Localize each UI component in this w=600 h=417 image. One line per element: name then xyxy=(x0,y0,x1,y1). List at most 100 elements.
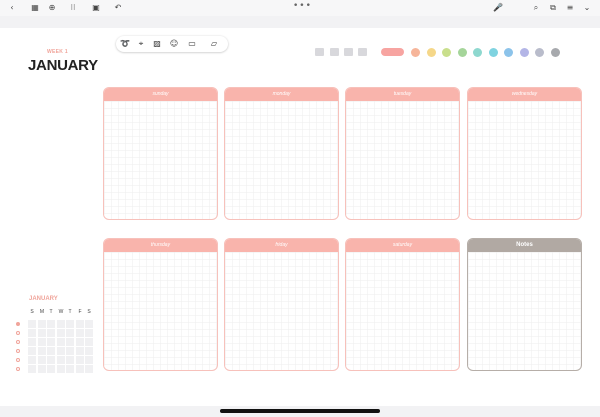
calendar-day-cell[interactable] xyxy=(47,320,55,328)
apps-icon[interactable]: ⁝⁝ xyxy=(68,3,78,13)
calendar-day-cell[interactable] xyxy=(76,365,84,373)
calendar-day-cell[interactable] xyxy=(28,365,36,373)
pointer-icon[interactable]: ⌖ xyxy=(136,39,146,49)
calendar-day-cell[interactable] xyxy=(38,320,46,328)
color-swatch[interactable] xyxy=(519,48,529,57)
color-swatch[interactable] xyxy=(426,48,436,57)
day-card-wednesday[interactable]: wednesday xyxy=(467,87,582,220)
microphone-icon[interactable]: 🎤 xyxy=(493,3,503,13)
calendar-day-cell[interactable] xyxy=(66,329,74,337)
calendar-day-cell[interactable] xyxy=(85,329,93,337)
day-grid[interactable] xyxy=(346,252,459,370)
color-swatch[interactable] xyxy=(442,48,451,57)
day-card-monday[interactable]: monday xyxy=(224,87,339,220)
calendar-day-cell[interactable] xyxy=(57,320,65,328)
color-swatch[interactable] xyxy=(535,48,544,57)
color-swatch[interactable] xyxy=(550,48,560,57)
year-view-icon[interactable] xyxy=(358,48,367,56)
color-swatch[interactable] xyxy=(473,48,482,57)
week-dot[interactable] xyxy=(16,322,20,326)
calendar-day-cell[interactable] xyxy=(85,320,93,328)
day-grid[interactable] xyxy=(225,252,338,370)
calendar-day-cell[interactable] xyxy=(47,347,55,355)
calendar-day-cell[interactable] xyxy=(38,347,46,355)
day-card-friday[interactable]: friday xyxy=(224,238,339,371)
add-page-icon[interactable]: ⊕ xyxy=(47,3,57,13)
color-swatch[interactable] xyxy=(457,48,467,57)
week-view-icon[interactable] xyxy=(330,48,339,56)
undo-icon[interactable]: ↶ xyxy=(113,3,123,13)
day-card-thursday[interactable]: thursday xyxy=(103,238,218,371)
sticker-icon[interactable]: ☺ xyxy=(169,39,179,49)
day-card-tuesday[interactable]: tuesday xyxy=(345,87,460,220)
week-dot[interactable] xyxy=(16,367,20,371)
active-color-pill[interactable] xyxy=(381,48,404,56)
calendar-day-cell[interactable] xyxy=(76,338,84,346)
calendar-day-cell[interactable] xyxy=(38,338,46,346)
comment-icon[interactable]: ▭ xyxy=(187,39,197,49)
calendar-day-cell[interactable] xyxy=(85,347,93,355)
calendar-day-cell[interactable] xyxy=(85,356,93,364)
calendar-day-cell[interactable] xyxy=(57,338,65,346)
calendar-day-cell[interactable] xyxy=(28,329,36,337)
calendar-day-cell[interactable] xyxy=(28,320,36,328)
day-header: thursday xyxy=(104,239,217,252)
calendar-day-cell[interactable] xyxy=(66,347,74,355)
color-swatch[interactable] xyxy=(411,48,420,57)
back-icon[interactable]: ‹ xyxy=(7,3,17,13)
day-grid[interactable] xyxy=(104,101,217,219)
sticky-note-icon[interactable]: ▱ xyxy=(209,39,219,49)
color-swatch[interactable] xyxy=(504,48,513,57)
day-card-saturday[interactable]: saturday xyxy=(345,238,460,371)
calendar-day-cell[interactable] xyxy=(66,338,74,346)
calendar-day-cell[interactable] xyxy=(76,329,84,337)
week-dot[interactable] xyxy=(16,358,20,362)
chevron-down-icon[interactable]: ⌄ xyxy=(582,3,592,13)
calendar-day-cell[interactable] xyxy=(76,320,84,328)
home-indicator[interactable] xyxy=(220,409,380,413)
calendar-day-cell[interactable] xyxy=(28,356,36,364)
lasso-icon[interactable]: ➰ xyxy=(120,39,130,49)
calendar-day-cell[interactable] xyxy=(76,356,84,364)
calendar-day-cell[interactable] xyxy=(47,356,55,364)
list-view-icon[interactable] xyxy=(315,48,324,56)
calendar-day-cell[interactable] xyxy=(28,338,36,346)
day-grid[interactable] xyxy=(225,101,338,219)
day-card-sunday[interactable]: sunday xyxy=(103,87,218,220)
calendar-day-cell[interactable] xyxy=(38,329,46,337)
calendar-day-cell[interactable] xyxy=(57,365,65,373)
calendar-day-cell[interactable] xyxy=(47,338,55,346)
image-icon[interactable]: ▨ xyxy=(152,39,162,49)
calendar-day-cell[interactable] xyxy=(38,356,46,364)
calendar-day-cell[interactable] xyxy=(38,365,46,373)
notes-grid[interactable] xyxy=(468,252,581,370)
notes-card[interactable]: Notes xyxy=(467,238,582,371)
more-options-icon[interactable]: ••• xyxy=(293,1,312,11)
grid-view-icon[interactable]: ▦ xyxy=(30,3,40,13)
week-dot[interactable] xyxy=(16,349,20,353)
edit-menu-icon[interactable]: ≡ xyxy=(565,3,575,13)
month-view-icon[interactable] xyxy=(344,48,353,56)
day-grid[interactable] xyxy=(346,101,459,219)
calendar-day-cell[interactable] xyxy=(66,356,74,364)
calendar-day-cell[interactable] xyxy=(47,329,55,337)
search-icon[interactable]: ⌕ xyxy=(531,3,541,13)
calendar-day-cell[interactable] xyxy=(76,347,84,355)
calendar-day-cell[interactable] xyxy=(57,347,65,355)
present-icon[interactable]: ▣ xyxy=(91,3,101,13)
planner-page[interactable]: WEEK 1 JANUARY ➰ ⌖ ▨ ☺ ▭ ▱ sunday monday… xyxy=(0,28,600,406)
color-swatch[interactable] xyxy=(488,48,498,57)
calendar-day-cell[interactable] xyxy=(66,320,74,328)
calendar-day-cell[interactable] xyxy=(57,329,65,337)
calendar-day-cell[interactable] xyxy=(85,365,93,373)
calendar-day-cell[interactable] xyxy=(66,365,74,373)
week-dot[interactable] xyxy=(16,331,20,335)
calendar-day-cell[interactable] xyxy=(47,365,55,373)
calendar-day-cell[interactable] xyxy=(85,338,93,346)
calendar-day-cell[interactable] xyxy=(28,347,36,355)
week-dot[interactable] xyxy=(16,340,20,344)
day-grid[interactable] xyxy=(468,101,581,219)
share-icon[interactable]: ⧉ xyxy=(548,3,558,13)
calendar-day-cell[interactable] xyxy=(57,356,65,364)
day-grid[interactable] xyxy=(104,252,217,370)
